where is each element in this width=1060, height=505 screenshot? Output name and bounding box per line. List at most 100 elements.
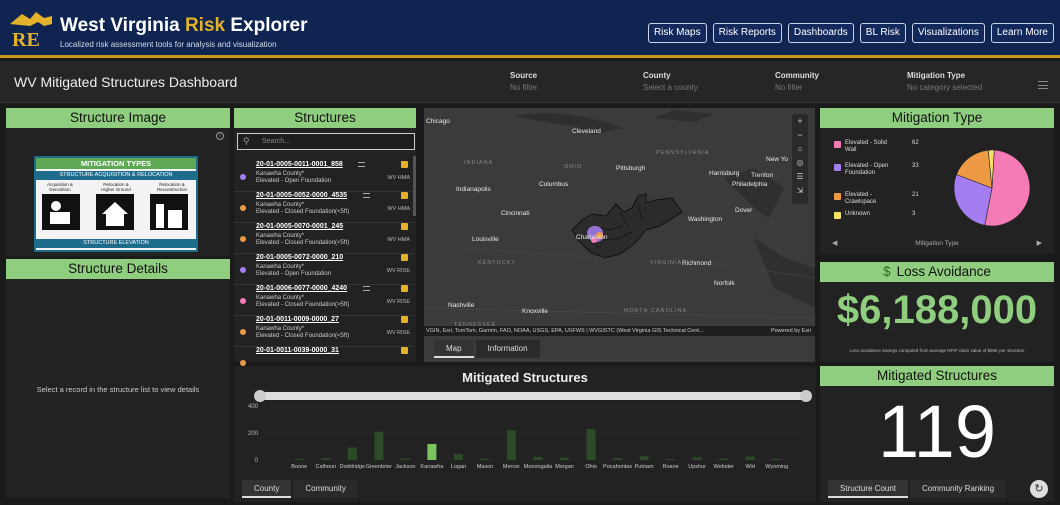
locate-icon[interactable]: ◎ [792, 156, 808, 170]
tab-information[interactable]: Information [475, 340, 540, 358]
bar[interactable] [639, 456, 649, 460]
record-photo-icon[interactable] [401, 347, 408, 354]
west-virginia-logo[interactable]: RE [8, 10, 54, 52]
map-tabs: Map Information [434, 340, 540, 358]
record-menu-icon[interactable] [358, 162, 366, 167]
list-scrollbar[interactable] [413, 156, 416, 216]
mitigation-types-graphic: MITIGATION TYPES STRUCTURE ACQUISITION &… [34, 156, 198, 252]
record-photo-icon[interactable] [401, 161, 408, 168]
structure-record[interactable]: 20-01-0005-0070-0001_245 Kanawha County* E… [234, 220, 414, 254]
structures-title: Structures [234, 108, 416, 128]
nav-dashboards-button[interactable]: Dashboards [787, 23, 854, 43]
bar[interactable] [506, 430, 516, 460]
map-label: New Yo [766, 156, 789, 163]
bar[interactable] [666, 459, 676, 460]
layers-icon[interactable]: ☰ [792, 170, 808, 184]
record-photo-icon[interactable] [401, 254, 408, 261]
structure-record[interactable]: 20-01-0005-0052-0000_4535 Kanawha County*… [234, 189, 414, 223]
structure-details-empty: Select a record in the structure list to… [36, 385, 200, 394]
bar[interactable] [347, 447, 357, 460]
logo-text: RE [12, 29, 40, 51]
legend-label: Elevated - Open Foundation [845, 163, 889, 176]
expand-icon[interactable]: ⇲ [792, 184, 808, 198]
record-id-link[interactable]: 20-01-0005-0052-0000_4535 [256, 192, 347, 199]
chart-tabs: County Community [242, 480, 358, 498]
zoom-in-icon[interactable]: + [792, 114, 808, 128]
bar[interactable] [772, 458, 782, 460]
record-mitigation-type: Elevated - Open Foundation [256, 178, 332, 184]
structure-record[interactable]: 20-01-0005-0011-0001_858 Kanawha County* E… [234, 158, 414, 192]
bar[interactable] [480, 458, 490, 460]
structure-record[interactable]: 20-01-0011-0009-0000_27 Kanawha County* El… [234, 313, 414, 347]
filter-mitigation-type[interactable]: Mitigation Type No category selected [907, 71, 982, 92]
record-id-link[interactable]: 20-01-0011-0009-0000_27 [256, 316, 339, 323]
structures-search-input[interactable]: ⚲ Search... [237, 133, 415, 150]
bar[interactable] [586, 428, 596, 460]
legend-swatch [834, 193, 841, 200]
legend-swatch [834, 212, 841, 219]
record-menu-icon[interactable] [362, 286, 370, 291]
record-photo-icon[interactable] [401, 223, 408, 230]
legend-value: 3 [912, 211, 916, 217]
filter-source[interactable]: Source No filter [510, 71, 538, 92]
nav-risk-reports-button[interactable]: Risk Reports [712, 23, 782, 43]
graphic-title: MITIGATION TYPES [36, 158, 196, 169]
filter-community[interactable]: Community No filter [775, 71, 819, 92]
next-arrow-icon[interactable]: ▶ [1037, 239, 1042, 247]
bar[interactable] [400, 458, 410, 460]
filter-value: No category selected [907, 83, 983, 92]
record-county: Kanawha County* [256, 233, 305, 239]
record-mitigation-type: Elevated - Closed Foundation(>5ft) [256, 302, 350, 308]
record-photo-icon[interactable] [401, 316, 408, 323]
record-photo-icon[interactable] [401, 285, 408, 292]
tab-county[interactable]: County [242, 480, 292, 498]
x-tick-label: Wyoming [765, 464, 788, 470]
chart-title: Mitigated Structures [462, 370, 588, 385]
record-id-link[interactable]: 20-01-0005-0011-0001_858 [256, 161, 343, 168]
info-icon[interactable]: i [216, 132, 224, 140]
bar[interactable] [560, 457, 570, 460]
bar[interactable] [692, 457, 702, 460]
bar[interactable] [321, 458, 331, 460]
record-id-link[interactable]: 20-01-0011-0039-0000_31 [256, 347, 339, 354]
structure-record[interactable]: 20-01-0006-0077-0000_4240 Kanawha County*… [234, 282, 414, 316]
bar[interactable] [719, 458, 729, 460]
bar[interactable] [427, 443, 437, 460]
bar[interactable] [745, 456, 755, 460]
mitigation-type-dot [240, 298, 246, 304]
map-label: Indianapolis [456, 186, 491, 193]
y-tick-label: 400 [248, 404, 259, 410]
record-photo-icon[interactable] [401, 192, 408, 199]
tab-community-ranking[interactable]: Community Ranking [910, 480, 1007, 498]
tab-map[interactable]: Map [434, 340, 474, 358]
map-view[interactable]: Cleveland Pittsburgh Columbus Harrisburg… [424, 108, 815, 362]
record-id-link[interactable]: 20-01-0006-0077-0000_4240 [256, 285, 347, 292]
nav-learn-more-button[interactable]: Learn More [990, 23, 1054, 43]
nav-bl-risk-button[interactable]: BL Risk [859, 23, 906, 43]
record-id-link[interactable]: 20-01-0005-0072-0000_210 [256, 254, 343, 261]
search-icon: ⚲ [243, 136, 250, 146]
region-label: INDIANA [464, 160, 494, 166]
nav-risk-maps-button[interactable]: Risk Maps [647, 23, 707, 43]
bar[interactable] [533, 457, 543, 460]
record-menu-icon[interactable] [362, 193, 370, 198]
bar[interactable] [613, 457, 623, 460]
structure-record[interactable]: 20-01-0005-0072-0000_210 Kanawha County* E… [234, 251, 414, 285]
prev-arrow-icon[interactable]: ◀ [832, 239, 837, 247]
filter-county[interactable]: County Select a county [643, 71, 698, 92]
zoom-out-icon[interactable]: − [792, 128, 808, 142]
chart-range-slider[interactable] [254, 390, 812, 402]
tab-structure-count[interactable]: Structure Count [828, 480, 909, 498]
filter-label: Source [510, 71, 538, 80]
bar[interactable] [374, 431, 384, 460]
record-source: WV RISE [386, 330, 410, 336]
bar[interactable] [294, 458, 304, 460]
nav-visualizations-button[interactable]: Visualizations [911, 23, 985, 43]
legend-value: 21 [912, 192, 919, 198]
tab-community[interactable]: Community [293, 480, 358, 498]
record-id-link[interactable]: 20-01-0005-0070-0001_245 [256, 223, 343, 230]
bar[interactable] [453, 453, 463, 460]
menu-icon[interactable] [1038, 81, 1048, 89]
home-icon[interactable]: ⌂ [792, 142, 808, 156]
refresh-icon[interactable]: ↻ [1030, 480, 1048, 498]
